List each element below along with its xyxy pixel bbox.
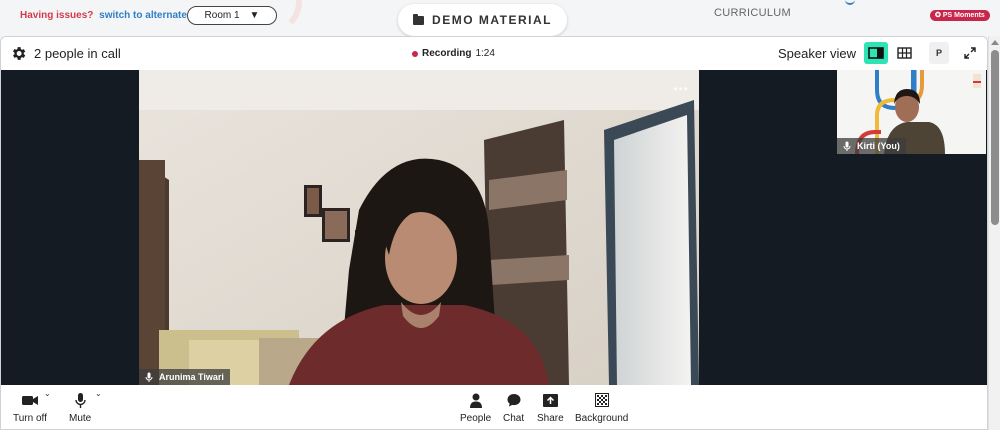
page-scrollbar[interactable] — [988, 36, 1000, 430]
self-name-tag: Kirti (You) — [837, 138, 906, 154]
demo-material-label: DEMO MATERIAL — [432, 13, 552, 27]
scrollbar-thumb[interactable] — [991, 50, 999, 225]
speaker-layout-icon — [868, 47, 884, 59]
expand-icon — [964, 47, 976, 59]
speaker-view-button[interactable] — [864, 42, 888, 64]
people-button[interactable]: People — [460, 391, 491, 424]
microphone-icon — [74, 392, 86, 408]
call-panel: 2 people in call Recording 1:24 Speaker … — [0, 36, 988, 430]
share-button[interactable]: Share — [537, 391, 564, 424]
top-bar: Having issues? switch to alternate room … — [0, 0, 1000, 36]
mic-options-chevron-icon[interactable]: ⌄ — [95, 389, 102, 398]
background-label: Background — [575, 413, 629, 424]
microphone-icon — [843, 141, 851, 151]
chat-button[interactable]: Chat — [503, 391, 524, 424]
speaker-video-frame — [139, 70, 699, 385]
dropdown-arrow-icon: ▼ — [249, 10, 260, 21]
microphone-icon — [145, 372, 153, 382]
people-label: People — [460, 413, 492, 424]
background-button[interactable]: Background — [575, 391, 628, 424]
recording-time: 1:24 — [475, 48, 495, 59]
share-label: Share — [537, 413, 564, 424]
call-controls: Turn off ⌄ Mute ⌄ People Chat Share Back… — [1, 385, 987, 429]
room-select-value: Room 1 — [204, 10, 240, 21]
demo-material-button[interactable]: DEMO MATERIAL — [398, 4, 567, 36]
self-name: Kirti (You) — [857, 141, 900, 151]
scroll-up-arrow-icon[interactable] — [991, 40, 999, 45]
speaker-name: Arunima Tiwari — [159, 372, 224, 382]
folder-icon — [413, 13, 425, 25]
pin-p-button[interactable]: P — [929, 42, 949, 64]
person-icon — [469, 393, 482, 408]
chat-label: Chat — [503, 413, 525, 424]
call-header: 2 people in call Recording 1:24 Speaker … — [1, 37, 987, 70]
mute-label: Mute — [69, 413, 92, 424]
camera-label: Turn off — [13, 413, 47, 424]
curriculum-indicator — [845, 0, 855, 5]
video-call-app: Having issues? switch to alternate room … — [0, 0, 1000, 430]
speaker-name-tag: Arunima Tiwari — [139, 369, 230, 385]
chat-bubble-icon — [507, 394, 521, 407]
grid-layout-icon — [896, 47, 912, 59]
camera-options-chevron-icon[interactable]: ⌄ — [44, 389, 51, 398]
recording-indicator: Recording 1:24 — [412, 48, 495, 59]
fullscreen-button[interactable] — [960, 42, 980, 64]
people-count: 2 people in call — [34, 46, 121, 61]
camera-toggle-button[interactable]: Turn off — [13, 391, 47, 424]
grid-view-button[interactable] — [892, 42, 916, 64]
issues-notice: Having issues? switch to alternate room — [20, 10, 215, 21]
share-screen-icon — [542, 393, 558, 407]
video-options-icon[interactable]: ••• — [673, 82, 689, 96]
view-mode-label: Speaker view — [778, 46, 857, 61]
curriculum-tab[interactable]: CURRICULUM — [714, 7, 791, 19]
issues-text: Having issues? — [20, 10, 94, 21]
gear-icon[interactable] — [10, 45, 27, 62]
recording-label: Recording — [422, 48, 472, 59]
video-stage: ••• Arunima Tiwari Kirti (You) — [1, 70, 987, 385]
background-pattern-icon — [594, 393, 609, 407]
mute-button[interactable]: Mute — [69, 391, 91, 424]
ps-moments-badge[interactable]: ✪ PS Moments — [930, 10, 990, 21]
ps-moments-label: PS Moments — [942, 12, 985, 19]
room-select[interactable]: Room 1 ▼ — [187, 6, 277, 25]
recording-dot-icon — [412, 50, 418, 57]
video-camera-icon — [21, 395, 38, 405]
main-speaker-video[interactable]: ••• Arunima Tiwari — [139, 70, 699, 385]
self-video-tile[interactable]: Kirti (You) — [837, 70, 986, 154]
